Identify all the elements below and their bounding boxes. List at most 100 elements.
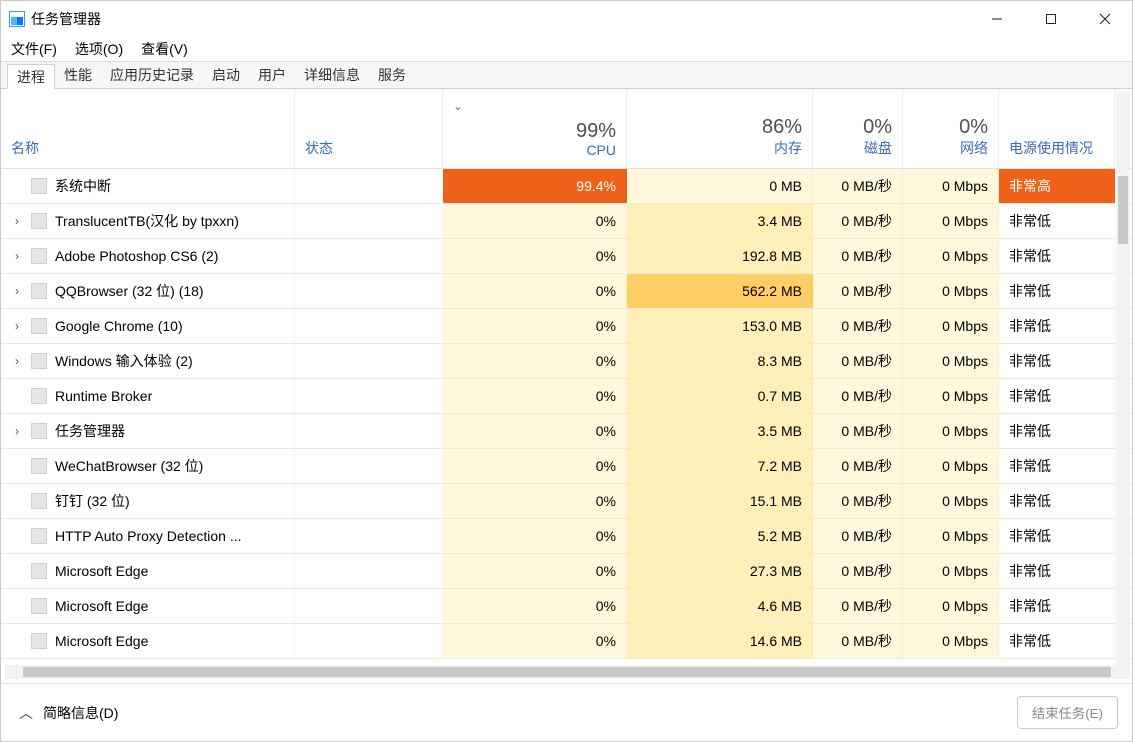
cell-name: › Windows 输入体验 (2) — [1, 344, 295, 378]
col-header-memory[interactable]: 86% 内存 — [627, 89, 813, 168]
menu-item[interactable]: 查看(V) — [141, 39, 188, 59]
expander-icon[interactable]: › — [11, 319, 23, 333]
tab-详细信息[interactable]: 详细信息 — [295, 62, 369, 88]
cell-disk: 0 MB/秒 — [813, 589, 903, 623]
cell-name: Microsoft Edge — [1, 589, 295, 623]
cell-cpu: 0% — [443, 309, 627, 343]
menu-item[interactable]: 选项(O) — [75, 39, 123, 59]
cell-status — [295, 484, 443, 518]
cell-cpu: 0% — [443, 449, 627, 483]
cell-power: 非常低 — [999, 624, 1115, 658]
cell-name: › Google Chrome (10) — [1, 309, 295, 343]
table-row[interactable]: › 任务管理器 0% 3.5 MB 0 MB/秒 0 Mbps 非常低 — [1, 414, 1132, 449]
cell-disk: 0 MB/秒 — [813, 624, 903, 658]
horizontal-scrollbar[interactable] — [5, 665, 1128, 679]
table-row[interactable]: › Adobe Photoshop CS6 (2) 0% 192.8 MB 0 … — [1, 239, 1132, 274]
cell-memory: 7.2 MB — [627, 449, 813, 483]
table-row[interactable]: Microsoft Edge 0% 4.6 MB 0 MB/秒 0 Mbps 非… — [1, 589, 1132, 624]
process-icon — [31, 633, 47, 649]
process-rows: 系统中断 99.4% 0 MB 0 MB/秒 0 Mbps 非常高 › Tran… — [1, 169, 1132, 665]
menu-item[interactable]: 文件(F) — [11, 39, 57, 59]
cell-network: 0 Mbps — [903, 624, 999, 658]
tabbar: 进程性能应用历史记录启动用户详细信息服务 — [1, 61, 1132, 89]
column-header-row: 名称 状态 ⌄ 99% CPU 86% 内存 0% 磁盘 0% 网络 电源使用情… — [1, 89, 1132, 169]
cell-power: 非常低 — [999, 414, 1115, 448]
table-row[interactable]: › TranslucentTB(汉化 by tpxxn) 0% 3.4 MB 0… — [1, 204, 1132, 239]
cell-status — [295, 449, 443, 483]
col-label: 网络 — [913, 138, 988, 158]
expander-icon[interactable]: › — [11, 354, 23, 368]
expander-icon[interactable]: › — [11, 214, 23, 228]
table-row[interactable]: › Windows 输入体验 (2) 0% 8.3 MB 0 MB/秒 0 Mb… — [1, 344, 1132, 379]
close-button[interactable] — [1078, 1, 1132, 37]
col-header-power[interactable]: 电源使用情况 — [999, 89, 1115, 168]
minimize-button[interactable] — [970, 1, 1024, 37]
cell-cpu: 0% — [443, 204, 627, 238]
table-row[interactable]: › Google Chrome (10) 0% 153.0 MB 0 MB/秒 … — [1, 309, 1132, 344]
process-icon — [31, 458, 47, 474]
cell-power: 非常低 — [999, 239, 1115, 273]
maximize-button[interactable] — [1024, 1, 1078, 37]
col-header-network[interactable]: 0% 网络 — [903, 89, 999, 168]
cell-memory: 192.8 MB — [627, 239, 813, 273]
process-icon — [31, 563, 47, 579]
tab-应用历史记录[interactable]: 应用历史记录 — [101, 62, 203, 88]
close-icon — [1099, 13, 1111, 25]
cell-disk: 0 MB/秒 — [813, 274, 903, 308]
cell-cpu: 0% — [443, 379, 627, 413]
details-toggle[interactable]: ︿ 简略信息(D) — [19, 703, 118, 723]
table-row[interactable]: Microsoft Edge 0% 14.6 MB 0 MB/秒 0 Mbps … — [1, 624, 1132, 659]
expander-icon[interactable]: › — [11, 424, 23, 438]
app-icon — [9, 11, 25, 27]
table-row[interactable]: WeChatBrowser (32 位) 0% 7.2 MB 0 MB/秒 0 … — [1, 449, 1132, 484]
col-header-status[interactable]: 状态 — [295, 89, 443, 168]
cell-network: 0 Mbps — [903, 239, 999, 273]
scrollbar-thumb[interactable] — [1118, 176, 1128, 244]
cell-disk: 0 MB/秒 — [813, 519, 903, 553]
expander-icon[interactable]: › — [11, 249, 23, 263]
cell-status — [295, 239, 443, 273]
table-row[interactable]: 系统中断 99.4% 0 MB 0 MB/秒 0 Mbps 非常高 — [1, 169, 1132, 204]
table-row[interactable]: › QQBrowser (32 位) (18) 0% 562.2 MB 0 MB… — [1, 274, 1132, 309]
cell-power: 非常低 — [999, 484, 1115, 518]
cell-memory: 0.7 MB — [627, 379, 813, 413]
process-name: Microsoft Edge — [55, 633, 148, 649]
cell-network: 0 Mbps — [903, 554, 999, 588]
cell-disk: 0 MB/秒 — [813, 309, 903, 343]
tab-进程[interactable]: 进程 — [7, 64, 55, 89]
cell-disk: 0 MB/秒 — [813, 449, 903, 483]
cell-cpu: 0% — [443, 589, 627, 623]
col-header-disk[interactable]: 0% 磁盘 — [813, 89, 903, 168]
vertical-scrollbar[interactable] — [1116, 91, 1130, 679]
scrollbar-thumb[interactable] — [23, 667, 1111, 677]
end-task-button[interactable]: 结束任务(E) — [1017, 696, 1118, 729]
process-name: Google Chrome (10) — [55, 318, 183, 334]
tab-性能[interactable]: 性能 — [55, 62, 101, 88]
process-name: Microsoft Edge — [55, 563, 148, 579]
table-row[interactable]: HTTP Auto Proxy Detection ... 0% 5.2 MB … — [1, 519, 1132, 554]
minimize-icon — [991, 13, 1003, 25]
process-grid: 名称 状态 ⌄ 99% CPU 86% 内存 0% 磁盘 0% 网络 电源使用情… — [1, 89, 1132, 679]
table-row[interactable]: Microsoft Edge 0% 27.3 MB 0 MB/秒 0 Mbps … — [1, 554, 1132, 589]
expander-icon[interactable]: › — [11, 284, 23, 298]
cell-status — [295, 309, 443, 343]
col-label: 电源使用情况 — [1009, 138, 1104, 158]
cell-memory: 15.1 MB — [627, 484, 813, 518]
maximize-icon — [1045, 13, 1057, 25]
cell-cpu: 0% — [443, 274, 627, 308]
col-label: 状态 — [305, 138, 432, 158]
table-row[interactable]: 钉钉 (32 位) 0% 15.1 MB 0 MB/秒 0 Mbps 非常低 — [1, 484, 1132, 519]
tab-启动[interactable]: 启动 — [203, 62, 249, 88]
cell-memory: 0 MB — [627, 169, 813, 203]
process-icon — [31, 213, 47, 229]
table-row[interactable]: Runtime Broker 0% 0.7 MB 0 MB/秒 0 Mbps 非… — [1, 379, 1132, 414]
footer: ︿ 简略信息(D) 结束任务(E) — [1, 683, 1132, 741]
col-header-cpu[interactable]: ⌄ 99% CPU — [443, 89, 627, 168]
cell-disk: 0 MB/秒 — [813, 414, 903, 448]
process-icon — [31, 318, 47, 334]
cell-name: › QQBrowser (32 位) (18) — [1, 274, 295, 308]
tab-服务[interactable]: 服务 — [369, 62, 415, 88]
cell-power: 非常高 — [999, 169, 1115, 203]
col-header-name[interactable]: 名称 — [1, 89, 295, 168]
tab-用户[interactable]: 用户 — [249, 62, 295, 88]
